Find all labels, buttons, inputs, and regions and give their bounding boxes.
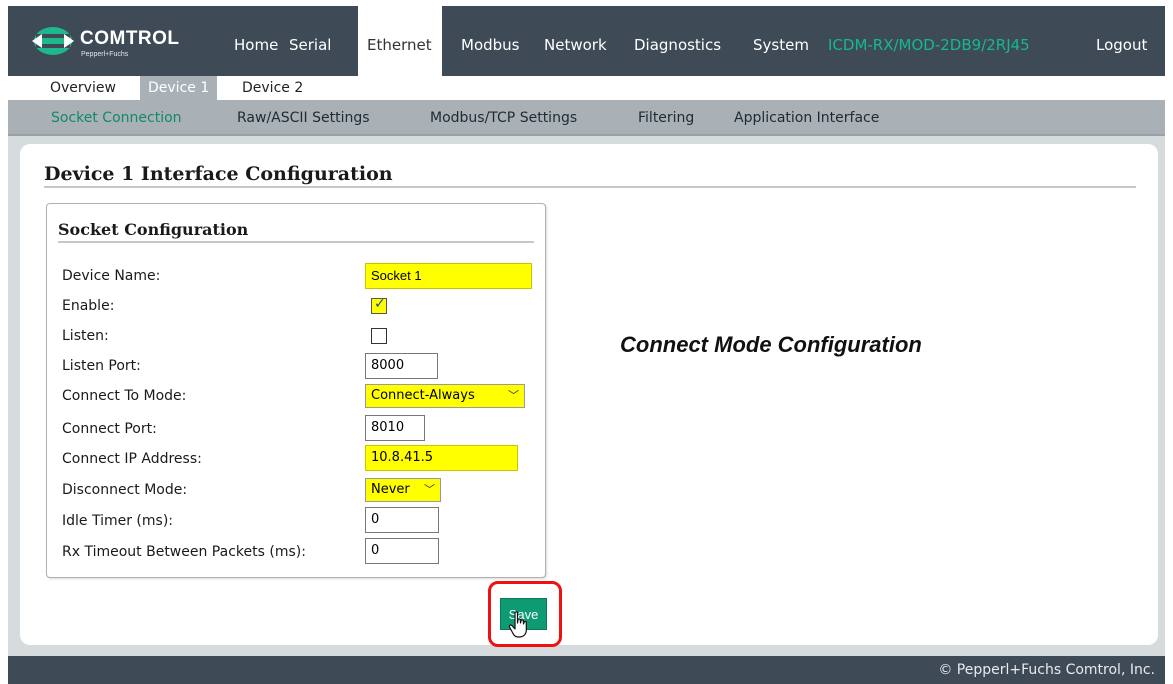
comtrol-logo-icon [32, 27, 74, 55]
connect-port-input[interactable]: 8010 [365, 415, 425, 441]
nav-diagnostics[interactable]: Diagnostics [634, 36, 721, 54]
subnav-device-2[interactable]: Device 2 [234, 76, 311, 100]
footer-bar: © Pepperl+Fuchs Comtrol, Inc. [8, 656, 1165, 684]
listen-port-label: Listen Port: [62, 358, 141, 374]
connect-mode-value: Connect-Always [371, 388, 475, 403]
listen-checkbox[interactable] [371, 328, 387, 344]
tab-modbus-tcp-settings[interactable]: Modbus/TCP Settings [430, 110, 577, 126]
nav-system[interactable]: System [753, 36, 809, 54]
idle-timer-label: Idle Timer (ms): [62, 513, 174, 529]
panel-title: Socket Configuration [58, 220, 249, 239]
device-subnav: Overview Device 1 Device 2 [8, 76, 1165, 100]
device-model-label: ICDM-RX/MOD-2DB9/2RJ45 [828, 36, 1030, 54]
title-divider [44, 186, 1136, 188]
device-name-label: Device Name: [62, 268, 161, 284]
disconnect-mode-value: Never [371, 482, 410, 497]
config-subnav: Socket Connection Raw/ASCII Settings Mod… [8, 100, 1165, 136]
connect-mode-annotation: Connect Mode Configuration [620, 332, 922, 357]
tab-filtering[interactable]: Filtering [638, 110, 694, 126]
connect-mode-select[interactable]: Connect-Always ﹀ [365, 384, 525, 408]
tab-raw-ascii-settings[interactable]: Raw/ASCII Settings [237, 110, 370, 126]
subnav-device-1[interactable]: Device 1 [140, 76, 218, 100]
enable-checkbox[interactable]: ✓ [371, 296, 387, 314]
nav-ethernet[interactable]: Ethernet [358, 6, 442, 76]
brand-subtitle: Pepperl+Fuchs [81, 51, 129, 58]
hand-pointer-icon [508, 611, 527, 638]
idle-timer-input[interactable]: 0 [365, 507, 439, 533]
nav-network[interactable]: Network [544, 36, 607, 54]
disconnect-mode-select[interactable]: Never ﹀ [365, 478, 441, 502]
nav-home[interactable]: Home [234, 36, 278, 54]
panel-divider [58, 241, 534, 243]
listen-label: Listen: [62, 328, 109, 344]
checkmark-icon: ✓ [374, 296, 386, 312]
tab-socket-connection[interactable]: Socket Connection [51, 110, 182, 126]
subnav-overview[interactable]: Overview [42, 76, 124, 100]
nav-modbus[interactable]: Modbus [461, 36, 519, 54]
brand-name: COMTROL [80, 28, 180, 49]
device-name-input[interactable]: Socket 1 [365, 263, 532, 289]
disconnect-mode-label: Disconnect Mode: [62, 482, 188, 498]
top-nav-bar: COMTROL Pepperl+Fuchs Home Serial Ethern… [8, 6, 1165, 76]
rx-timeout-input[interactable]: 0 [365, 538, 439, 564]
listen-port-input[interactable]: 8000 [365, 353, 438, 379]
chevron-down-icon: ﹀ [508, 389, 519, 402]
connect-mode-label: Connect To Mode: [62, 388, 187, 404]
page-title: Device 1 Interface Configuration [44, 163, 393, 185]
rx-timeout-label: Rx Timeout Between Packets (ms): [62, 544, 306, 560]
connect-port-label: Connect Port: [62, 421, 157, 437]
nav-logout[interactable]: Logout [1096, 36, 1147, 54]
chevron-down-icon: ﹀ [424, 483, 435, 496]
comtrol-logo[interactable]: COMTROL Pepperl+Fuchs [32, 26, 212, 70]
enable-label: Enable: [62, 298, 115, 314]
connect-ip-input[interactable]: 10.8.41.5 [365, 445, 518, 471]
nav-serial[interactable]: Serial [289, 36, 331, 54]
connect-ip-label: Connect IP Address: [62, 451, 202, 467]
tab-application-interface[interactable]: Application Interface [734, 110, 879, 126]
copyright-text: © Pepperl+Fuchs Comtrol, Inc. [938, 662, 1155, 678]
